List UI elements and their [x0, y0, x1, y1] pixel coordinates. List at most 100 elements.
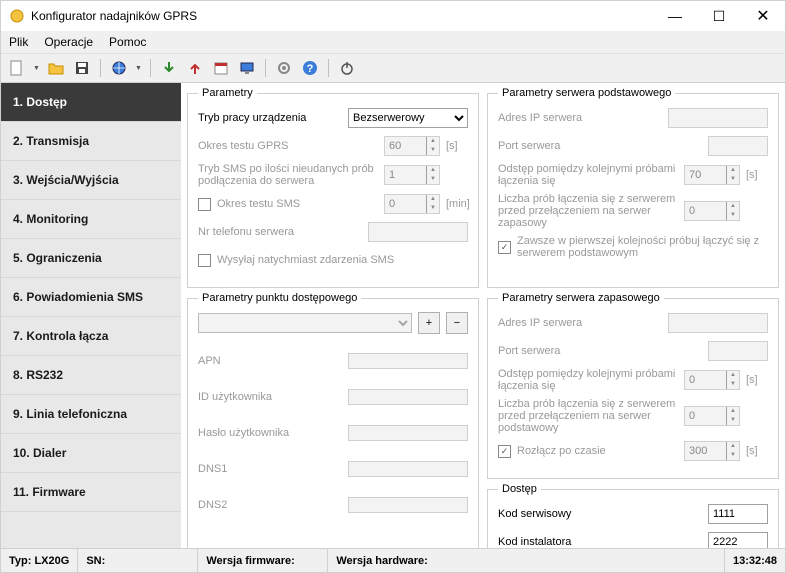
- menu-file[interactable]: Plik: [9, 35, 28, 49]
- server-phone-input[interactable]: [368, 222, 468, 242]
- dns1-label: DNS1: [198, 463, 342, 475]
- group-primary-server-legend: Parametry serwera podstawowego: [498, 87, 675, 99]
- mode-label: Tryb pracy urządzenia: [198, 112, 342, 124]
- ap-remove-button[interactable]: −: [446, 312, 468, 334]
- sms-mode-input[interactable]: 1▲▼: [384, 165, 440, 185]
- backup-port-label: Port serwera: [498, 345, 702, 357]
- installer-code-label: Kod instalatora: [498, 536, 702, 548]
- dns2-input[interactable]: [348, 497, 468, 513]
- status-fw: Wersja firmware:: [198, 549, 328, 572]
- apn-input[interactable]: [348, 353, 468, 369]
- group-backup-server: Parametry serwera zapasowego Adres IP se…: [487, 292, 779, 479]
- sidebar-item-dialer[interactable]: 10. Dialer: [1, 434, 181, 473]
- status-type: Typ: LX20G: [1, 549, 78, 572]
- ap-preset-select[interactable]: [198, 313, 412, 333]
- sms-test-label: Okres testu SMS: [217, 198, 378, 210]
- minimize-button[interactable]: —: [653, 1, 697, 31]
- open-icon[interactable]: [46, 58, 66, 78]
- sms-test-checkbox[interactable]: [198, 198, 211, 211]
- server-phone-label: Nr telefonu serwera: [198, 226, 362, 238]
- upload-icon[interactable]: [185, 58, 205, 78]
- always-primary-label: Zawsze w pierwszej kolejności próbuj łąc…: [517, 235, 768, 259]
- apn-user-input[interactable]: [348, 389, 468, 405]
- disconnect-checkbox[interactable]: ✓: [498, 445, 511, 458]
- backup-attempts-label: Liczba prób łączenia się z serwerem prze…: [498, 398, 678, 434]
- dropdown-arrow-icon[interactable]: ▼: [33, 65, 40, 72]
- ap-add-button[interactable]: +: [418, 312, 440, 334]
- service-code-input[interactable]: [708, 504, 768, 524]
- menu-help[interactable]: Pomoc: [109, 35, 146, 49]
- gear-icon[interactable]: [274, 58, 294, 78]
- always-primary-checkbox[interactable]: ✓: [498, 241, 511, 254]
- dns2-label: DNS2: [198, 499, 342, 511]
- backup-ip-label: Adres IP serwera: [498, 317, 662, 329]
- sidebar-item-firmware[interactable]: 11. Firmware: [1, 473, 181, 512]
- dns1-input[interactable]: [348, 461, 468, 477]
- backup-retry-input[interactable]: 0▲▼: [684, 370, 740, 390]
- save-icon[interactable]: [72, 58, 92, 78]
- disconnect-label: Rozłącz po czasie: [517, 445, 678, 457]
- backup-port-input[interactable]: [708, 341, 768, 361]
- disconnect-input[interactable]: 300▲▼: [684, 441, 740, 461]
- sidebar-item-transmission[interactable]: 2. Transmisja: [1, 122, 181, 161]
- send-now-checkbox[interactable]: [198, 254, 211, 267]
- primary-attempts-input[interactable]: 0▲▼: [684, 201, 740, 221]
- status-bar: Typ: LX20G SN: Wersja firmware: Wersja h…: [1, 548, 785, 572]
- calendar-icon[interactable]: [211, 58, 231, 78]
- new-icon[interactable]: [7, 58, 27, 78]
- dropdown-arrow-icon[interactable]: ▼: [135, 65, 142, 72]
- installer-code-input[interactable]: [708, 532, 768, 548]
- download-icon[interactable]: [159, 58, 179, 78]
- primary-retry-label: Odstęp pomiędzy kolejnymi próbami łączen…: [498, 163, 678, 187]
- apn-pass-label: Hasło użytkownika: [198, 427, 342, 439]
- primary-port-label: Port serwera: [498, 140, 702, 152]
- power-icon[interactable]: [337, 58, 357, 78]
- toolbar: ▼ ▼ ?: [1, 54, 785, 83]
- sidebar-item-monitoring[interactable]: 4. Monitoring: [1, 200, 181, 239]
- sidebar-item-rs232[interactable]: 8. RS232: [1, 356, 181, 395]
- group-ap-legend: Parametry punktu dostępowego: [198, 292, 361, 304]
- group-primary-server: Parametry serwera podstawowego Adres IP …: [487, 87, 779, 288]
- close-button[interactable]: ✕: [741, 1, 785, 31]
- unit-label: [s]: [746, 374, 768, 386]
- backup-attempts-input[interactable]: 0▲▼: [684, 406, 740, 426]
- primary-port-input[interactable]: [708, 136, 768, 156]
- primary-retry-input[interactable]: 70▲▼: [684, 165, 740, 185]
- apn-label: APN: [198, 355, 342, 367]
- primary-ip-label: Adres IP serwera: [498, 112, 662, 124]
- sidebar-item-link[interactable]: 7. Kontrola łącza: [1, 317, 181, 356]
- sidebar: 1. Dostęp 2. Transmisja 3. Wejścia/Wyjśc…: [1, 83, 181, 548]
- status-sn: SN:: [78, 549, 198, 572]
- apn-user-label: ID użytkownika: [198, 391, 342, 403]
- mode-select[interactable]: Bezserwerowy: [348, 108, 468, 128]
- main-area: 1. Dostęp 2. Transmisja 3. Wejścia/Wyjśc…: [1, 83, 785, 548]
- group-backup-server-legend: Parametry serwera zapasowego: [498, 292, 664, 304]
- gprs-test-label: Okres testu GPRS: [198, 140, 378, 152]
- sidebar-item-io[interactable]: 3. Wejścia/Wyjścia: [1, 161, 181, 200]
- maximize-button[interactable]: ☐: [697, 1, 741, 31]
- sidebar-item-limits[interactable]: 5. Ograniczenia: [1, 239, 181, 278]
- backup-ip-input[interactable]: [668, 313, 768, 333]
- svg-text:?: ?: [307, 63, 314, 75]
- globe-icon[interactable]: [109, 58, 129, 78]
- help-icon[interactable]: ?: [300, 58, 320, 78]
- menu-bar: Plik Operacje Pomoc: [1, 31, 785, 54]
- group-access-legend: Dostęp: [498, 483, 541, 495]
- unit-label: [s]: [746, 445, 768, 457]
- gprs-test-input[interactable]: 60▲▼: [384, 136, 440, 156]
- primary-attempts-label: Liczba prób łączenia się z serwerem prze…: [498, 193, 678, 229]
- sidebar-item-sms[interactable]: 6. Powiadomienia SMS: [1, 278, 181, 317]
- unit-label: [min]: [446, 198, 468, 210]
- monitor-icon[interactable]: [237, 58, 257, 78]
- unit-label: [s]: [446, 140, 468, 152]
- menu-operations[interactable]: Operacje: [44, 35, 93, 49]
- primary-ip-input[interactable]: [668, 108, 768, 128]
- group-access: Dostęp Kod serwisowy Kod instalatora PIN…: [487, 483, 779, 548]
- group-parameters-legend: Parametry: [198, 87, 257, 99]
- sidebar-item-phone[interactable]: 9. Linia telefoniczna: [1, 395, 181, 434]
- status-time: 13:32:48: [725, 549, 785, 572]
- app-icon: [9, 8, 25, 24]
- sms-test-input[interactable]: 0▲▼: [384, 194, 440, 214]
- sidebar-item-access[interactable]: 1. Dostęp: [1, 83, 181, 122]
- apn-pass-input[interactable]: [348, 425, 468, 441]
